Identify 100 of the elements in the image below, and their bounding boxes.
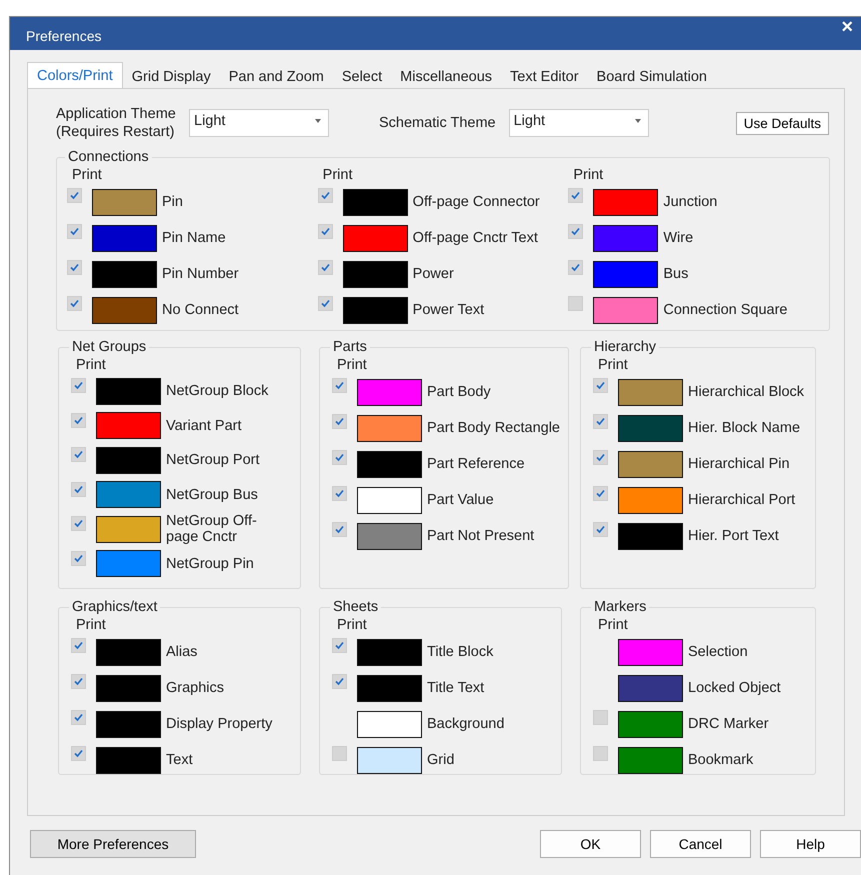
print-label: Print: [322, 167, 352, 183]
checkbox[interactable]: [71, 447, 86, 462]
checkbox[interactable]: [332, 638, 347, 653]
checkbox[interactable]: [568, 224, 584, 239]
checkbox[interactable]: [71, 378, 86, 393]
color-swatch[interactable]: [96, 481, 161, 508]
color-swatch[interactable]: [618, 486, 683, 514]
tab[interactable]: Board Simulation: [588, 66, 716, 88]
close-button[interactable]: ×: [841, 16, 853, 36]
checkbox[interactable]: [593, 378, 608, 393]
color-swatch[interactable]: [593, 188, 658, 216]
checkbox[interactable]: [568, 260, 584, 275]
color-label: Variant Part: [166, 418, 242, 434]
checkbox[interactable]: [568, 188, 584, 203]
checkbox[interactable]: [593, 486, 608, 501]
tab[interactable]: Miscellaneous: [391, 66, 502, 88]
color-label: Hier. Block Name: [688, 420, 800, 436]
checkbox[interactable]: [71, 550, 86, 566]
color-swatch[interactable]: [357, 414, 422, 442]
checkbox[interactable]: [568, 296, 584, 311]
checkbox[interactable]: [67, 296, 82, 311]
checkbox[interactable]: [67, 260, 82, 275]
color-label: Off-page Connector: [412, 194, 540, 210]
color-swatch[interactable]: [92, 188, 157, 216]
color-swatch[interactable]: [342, 188, 408, 216]
color-swatch[interactable]: [357, 522, 422, 550]
tab[interactable]: Text Editor: [501, 66, 588, 88]
color-swatch[interactable]: [357, 674, 422, 702]
checkbox[interactable]: [71, 638, 86, 653]
theme-dropdown[interactable]: Light: [189, 109, 329, 137]
color-swatch[interactable]: [593, 260, 658, 288]
color-swatch[interactable]: [96, 550, 161, 578]
tab[interactable]: Select: [332, 66, 392, 88]
checkbox[interactable]: [67, 224, 82, 239]
color-swatch[interactable]: [618, 638, 683, 666]
checkbox[interactable]: [332, 378, 347, 393]
color-swatch[interactable]: [96, 378, 161, 405]
color-swatch[interactable]: [96, 746, 161, 774]
color-label: Connection Square: [663, 302, 788, 318]
color-swatch[interactable]: [357, 638, 422, 666]
checkbox[interactable]: [332, 522, 347, 537]
tab[interactable]: Colors/Print: [27, 62, 123, 88]
checkbox[interactable]: [332, 746, 347, 761]
checkbox[interactable]: [593, 450, 608, 465]
tab[interactable]: Pan and Zoom: [220, 66, 333, 88]
color-swatch[interactable]: [357, 746, 422, 774]
checkbox[interactable]: [593, 522, 608, 537]
color-swatch[interactable]: [618, 674, 683, 702]
color-swatch[interactable]: [342, 260, 408, 288]
checkbox[interactable]: [71, 710, 86, 725]
color-swatch[interactable]: [618, 746, 683, 774]
color-swatch[interactable]: [96, 674, 161, 702]
checkbox[interactable]: [71, 674, 86, 689]
checkbox[interactable]: [318, 296, 333, 311]
checkbox[interactable]: [318, 260, 333, 275]
color-swatch[interactable]: [96, 710, 161, 738]
color-swatch[interactable]: [618, 414, 683, 442]
color-swatch[interactable]: [618, 450, 683, 478]
color-swatch[interactable]: [96, 638, 161, 666]
checkbox[interactable]: [71, 412, 86, 428]
color-swatch[interactable]: [96, 446, 161, 474]
tab[interactable]: Grid Display: [122, 66, 220, 88]
help-button[interactable]: Help: [760, 830, 861, 858]
checkbox[interactable]: [71, 746, 86, 761]
color-swatch[interactable]: [357, 378, 422, 406]
checkbox[interactable]: [593, 710, 608, 725]
color-swatch[interactable]: [618, 378, 683, 406]
check-icon: [68, 261, 81, 274]
color-swatch[interactable]: [357, 450, 422, 478]
checkbox[interactable]: [71, 482, 86, 496]
check-icon: [318, 189, 332, 202]
checkbox[interactable]: [593, 746, 608, 761]
checkbox[interactable]: [318, 188, 333, 203]
color-swatch[interactable]: [593, 224, 658, 252]
color-swatch[interactable]: [342, 296, 408, 324]
use-defaults-button[interactable]: Use Defaults: [736, 112, 829, 134]
color-swatch[interactable]: [357, 710, 422, 738]
theme-label: Schematic Theme: [379, 115, 496, 131]
checkbox[interactable]: [318, 224, 333, 239]
checkbox[interactable]: [67, 188, 82, 203]
color-swatch[interactable]: [618, 522, 683, 550]
color-swatch[interactable]: [593, 296, 658, 324]
checkbox[interactable]: [332, 674, 347, 689]
color-swatch[interactable]: [357, 486, 422, 514]
checkbox[interactable]: [332, 486, 347, 501]
color-swatch[interactable]: [96, 412, 161, 440]
ok-button[interactable]: OK: [540, 830, 641, 858]
checkbox[interactable]: [332, 414, 347, 429]
color-swatch[interactable]: [618, 710, 683, 738]
checkbox[interactable]: [71, 516, 86, 531]
checkbox[interactable]: [332, 450, 347, 465]
color-swatch[interactable]: [92, 296, 157, 324]
cancel-button[interactable]: Cancel: [650, 830, 751, 858]
color-swatch[interactable]: [92, 260, 157, 288]
color-swatch[interactable]: [92, 224, 157, 252]
checkbox[interactable]: [593, 414, 608, 429]
color-swatch[interactable]: [342, 224, 408, 252]
color-swatch[interactable]: [96, 516, 161, 543]
theme-dropdown[interactable]: Light: [508, 109, 649, 137]
more-preferences-button[interactable]: More Preferences: [30, 830, 196, 858]
